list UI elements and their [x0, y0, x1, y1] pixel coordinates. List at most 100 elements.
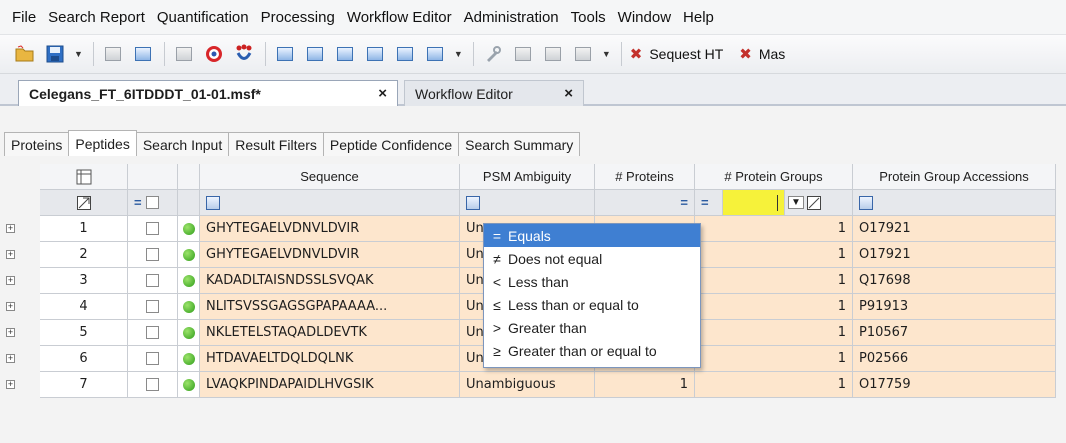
expand-row-icon[interactable]: + [6, 224, 15, 233]
menu-quantification[interactable]: Quantification [157, 9, 249, 26]
operator-symbol: ≥ [493, 342, 501, 359]
table-chart-icon[interactable] [424, 43, 446, 65]
operator-symbol: = [492, 227, 502, 244]
text-filter-icon[interactable] [206, 195, 220, 210]
expand-row-icon[interactable]: + [6, 276, 15, 285]
menu-processing[interactable]: Processing [261, 9, 335, 26]
dropdown-option[interactable]: ≠ Does not equal [484, 247, 700, 270]
row-checked[interactable] [128, 372, 178, 398]
row-checked[interactable] [128, 268, 178, 294]
panel-dropdown-icon[interactable]: ▼ [602, 49, 611, 59]
menu-tools[interactable]: Tools [571, 9, 606, 26]
area-chart-icon[interactable] [394, 43, 416, 65]
filter-proteins-operator[interactable]: = [680, 195, 688, 210]
molecule-icon[interactable] [233, 43, 255, 65]
row-checkbox[interactable] [146, 222, 159, 235]
row-checkbox[interactable] [146, 248, 159, 261]
filter-checked-checkbox[interactable] [145, 196, 159, 209]
dropdown-option[interactable]: = Equals [484, 224, 700, 247]
target-icon[interactable] [203, 43, 225, 65]
tab-msf-label: Celegans_FT_6ITDDDT_01-01.msf* [29, 85, 261, 102]
close-icon[interactable]: × [564, 85, 573, 102]
report-icon[interactable] [102, 43, 124, 65]
filter-groups-operator[interactable]: = [701, 195, 709, 210]
filter-checked-operator[interactable]: = [134, 195, 142, 210]
row-num-protein-groups: 1 [695, 346, 853, 372]
expand-row-icon[interactable]: + [6, 250, 15, 259]
filter-checked[interactable]: = [128, 190, 178, 216]
bar-chart-icon[interactable] [334, 43, 356, 65]
row-checked[interactable] [128, 294, 178, 320]
chevron-down-icon[interactable]: ▼ [788, 196, 804, 209]
dropdown-option[interactable]: < Less than [484, 270, 700, 293]
tab-result-filters[interactable]: Result Filters [228, 132, 324, 156]
panel-alt-icon[interactable] [572, 43, 594, 65]
tab-msf-document[interactable]: Celegans_FT_6ITDDDT_01-01.msf* × [18, 80, 398, 106]
chart-view-icon[interactable] [132, 43, 154, 65]
chart-dropdown-icon[interactable]: ▼ [454, 49, 463, 59]
open-icon[interactable] [14, 43, 36, 65]
mascot-button[interactable]: ✖ Mas [739, 45, 785, 63]
row-checked[interactable] [128, 320, 178, 346]
line-chart-icon[interactable] [364, 43, 386, 65]
tab-search-input[interactable]: Search Input [135, 132, 230, 156]
header-protein-group-accessions[interactable]: Protein Group Accessions [853, 164, 1056, 190]
dropdown-option[interactable]: > Greater than [484, 316, 700, 339]
tab-proteins[interactable]: Proteins [4, 132, 70, 156]
menu-window[interactable]: Window [618, 9, 671, 26]
row-checkbox[interactable] [146, 326, 159, 339]
menu-search-report[interactable]: Search Report [48, 9, 145, 26]
tab-search-summary[interactable]: Search Summary [458, 132, 581, 156]
row-checkbox[interactable] [146, 300, 159, 313]
menu-file[interactable]: File [12, 9, 36, 26]
save-dropdown-icon[interactable]: ▼ [74, 49, 83, 59]
text-filter-icon[interactable] [466, 195, 480, 210]
window-icon[interactable] [173, 43, 195, 65]
row-checked[interactable] [128, 216, 178, 242]
row-checkbox[interactable] [146, 352, 159, 365]
row-checked[interactable] [128, 346, 178, 372]
filter-sequence[interactable] [200, 190, 460, 216]
filter-groups-operator-cell[interactable]: = [695, 190, 723, 216]
filter-psm-ambiguity[interactable] [460, 190, 595, 216]
filter-num-proteins[interactable]: = [595, 190, 695, 216]
tools-icon[interactable] [482, 43, 504, 65]
filter-accessions[interactable] [853, 190, 1056, 216]
save-icon[interactable] [44, 43, 66, 65]
row-checkbox[interactable] [146, 378, 159, 391]
header-num-protein-groups[interactable]: # Protein Groups [695, 164, 853, 190]
header-num-proteins[interactable]: # Proteins [595, 164, 695, 190]
header-sequence[interactable]: Sequence [200, 164, 460, 190]
filter-groups-value-input[interactable] [723, 190, 785, 216]
menu-administration[interactable]: Administration [464, 9, 559, 26]
expand-row-icon[interactable]: + [6, 302, 15, 311]
header-psm-ambiguity[interactable]: PSM Ambiguity [460, 164, 595, 190]
dropdown-option[interactable]: ≥ Greater than or equal to [484, 339, 700, 362]
row-psm-ambiguity: Unambiguous [460, 372, 595, 398]
spectrum-icon[interactable] [274, 43, 296, 65]
dropdown-option[interactable]: ≤ Less than or equal to [484, 293, 700, 316]
menu-help[interactable]: Help [683, 9, 714, 26]
tab-workflow-editor[interactable]: Workflow Editor × [404, 80, 584, 106]
expand-row-icon[interactable]: + [6, 328, 15, 337]
row-checkbox[interactable] [146, 274, 159, 287]
filter-operator-dropdown: = Equals ≠ Does not equal < Less than ≤ Less th… [483, 223, 701, 368]
close-icon[interactable]: × [378, 85, 387, 102]
sequest-ht-button[interactable]: ✖ Sequest HT [630, 45, 724, 63]
operator-symbol: ≤ [493, 296, 501, 313]
column-chooser-icon[interactable] [40, 164, 128, 190]
filter-toggle-icon[interactable] [40, 190, 128, 216]
histogram-icon[interactable] [304, 43, 326, 65]
panel-icon[interactable] [542, 43, 564, 65]
menu-workflow-editor[interactable]: Workflow Editor [347, 9, 452, 26]
text-filter-icon[interactable] [859, 195, 873, 210]
grid-icon[interactable] [512, 43, 534, 65]
row-checked[interactable] [128, 242, 178, 268]
tab-peptide-confidence[interactable]: Peptide Confidence [322, 132, 460, 156]
expand-row-icon[interactable]: + [6, 354, 15, 363]
tab-peptides[interactable]: Peptides [68, 130, 137, 156]
filter-clear-icon[interactable] [806, 195, 821, 210]
result-tabs: Proteins Peptides Search Input Result Fi… [4, 130, 581, 156]
expand-row-icon[interactable]: + [6, 380, 15, 389]
toolbar-separator [163, 42, 165, 66]
